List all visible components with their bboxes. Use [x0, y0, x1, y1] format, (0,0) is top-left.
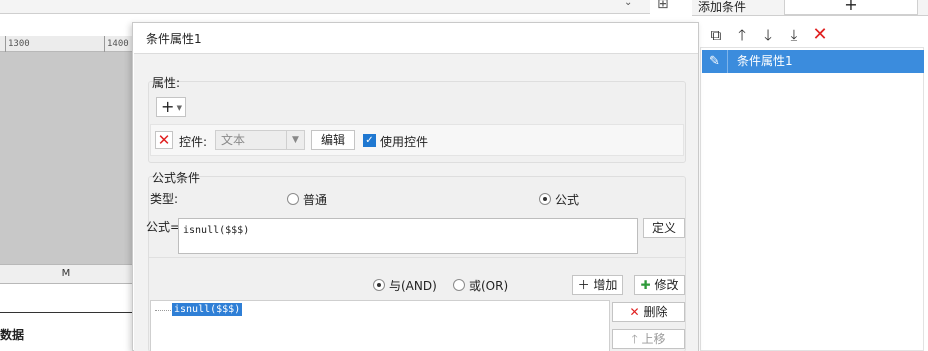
arrow-up-icon: 🡑 [631, 332, 638, 346]
grid-toggle-icon[interactable]: ⊞ [657, 0, 679, 11]
move-bottom-icon[interactable]: ⤓ [782, 25, 806, 45]
move-up-label: 上移 [641, 332, 666, 346]
arrow-up-icon[interactable]: 🡑 [730, 25, 754, 45]
modify-icon: ✚ [640, 278, 651, 292]
type-label: 类型: [150, 192, 179, 206]
horizontal-ruler: 1300 1400 [0, 36, 132, 52]
condition-list-item[interactable]: ✎ 条件属性1 [702, 50, 924, 73]
edit-pencil-icon: ✎ [702, 50, 728, 73]
add-formula-button[interactable]: ＋ 增加 [572, 275, 623, 295]
radio-normal[interactable] [287, 193, 299, 205]
condition-list: ✎ 条件属性1 [700, 47, 924, 351]
add-property-dropdown[interactable]: + ▼ [156, 97, 186, 117]
radio-and-label: 与(AND) [389, 279, 437, 293]
condition-item-label: 条件属性1 [737, 54, 793, 68]
plus-icon: ＋ [577, 278, 590, 292]
control-type-select[interactable]: 文本 ▼ [215, 130, 305, 150]
ruler-mark [5, 36, 6, 52]
edit-button[interactable]: 编辑 [311, 130, 355, 150]
ruler-tick-label: 1300 [8, 39, 30, 49]
plus-icon: + [161, 97, 175, 116]
radio-normal-label: 普通 [303, 193, 328, 207]
dialog-body: 属性: + ▼ ✕ 控件: 文本 ▼ 编辑 ✓ 使用控件 公式条件 类型: 普通… [134, 53, 698, 351]
ruler-tick-label: 1400 [107, 39, 129, 49]
formula-condition-item[interactable]: isnull($$$) [172, 303, 243, 316]
control-label: 控件: [179, 135, 208, 149]
chevron-down-icon: ▼ [286, 131, 304, 149]
condition-panel-header: 添加条件 + [692, 0, 928, 16]
formula-condition-title: 公式条件 [152, 171, 201, 185]
formula-condition-list: isnull($$$) [150, 300, 610, 351]
add-condition-tab[interactable]: 添加条件 [698, 0, 746, 14]
remove-property-icon[interactable]: ✕ [155, 131, 173, 149]
radio-formula[interactable] [539, 193, 551, 205]
dropdown-caret-icon: ▼ [176, 104, 182, 112]
radio-formula-label: 公式 [555, 193, 580, 207]
formula-label: 公式= [146, 220, 181, 234]
delete-icon[interactable]: ✕ [808, 25, 832, 45]
control-type-value: 文本 [221, 133, 246, 147]
arrow-down-icon[interactable]: 🡓 [756, 25, 780, 45]
dialog-title: 条件属性1 [146, 32, 202, 46]
use-control-label: 使用控件 [380, 135, 429, 149]
toolbar-handle-icon[interactable]: ⌄ [624, 0, 638, 8]
formula-input[interactable]: isnull($$$) [178, 218, 638, 254]
data-label: 数据 [0, 328, 25, 342]
copy-icon[interactable]: ⧉ [704, 25, 728, 45]
radio-or[interactable] [453, 279, 465, 291]
column-header[interactable]: M [0, 264, 132, 284]
delete-formula-label: 删除 [643, 305, 668, 319]
group-divider [149, 257, 685, 258]
properties-group-title: 属性: [152, 76, 181, 90]
add-formula-label: 增加 [593, 278, 618, 292]
add-condition-button[interactable]: + [784, 0, 918, 15]
move-up-button[interactable]: 🡑 上移 [612, 329, 685, 349]
condition-properties-dialog: 条件属性1 属性: + ▼ ✕ 控件: 文本 ▼ 编辑 ✓ 使用控件 公式条件 … [132, 22, 699, 351]
modify-formula-label: 修改 [654, 278, 679, 292]
radio-or-label: 或(OR) [469, 279, 509, 293]
define-button[interactable]: 定义 [643, 218, 685, 238]
delete-icon: ✕ [629, 305, 640, 319]
design-canvas[interactable] [0, 52, 132, 264]
control-property-row: ✕ 控件: 文本 ▼ 编辑 ✓ 使用控件 [150, 124, 684, 156]
condition-list-toolbar: ⧉ 🡑 🡓 ⤓ ✕ [700, 24, 924, 46]
tree-connector [155, 310, 171, 311]
use-control-checkbox[interactable]: ✓ [363, 134, 376, 147]
background-toolbar [0, 0, 650, 14]
modify-formula-button[interactable]: ✚ 修改 [634, 275, 685, 295]
ruler-mark [104, 36, 105, 52]
report-divider [0, 312, 132, 313]
delete-formula-button[interactable]: ✕ 删除 [612, 302, 685, 322]
radio-and[interactable] [373, 279, 385, 291]
